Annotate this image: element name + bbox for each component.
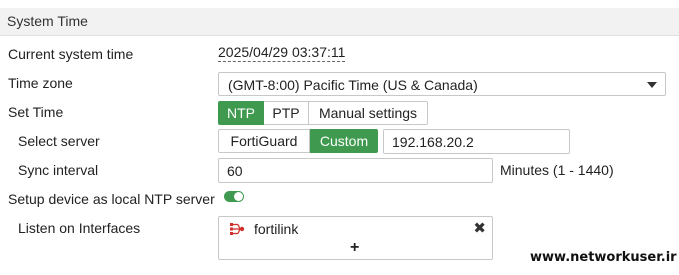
local-ntp-label: Setup device as local NTP server <box>8 191 215 207</box>
interface-name: fortilink <box>254 221 299 237</box>
current-time-label: Current system time <box>8 46 134 62</box>
add-interface-button[interactable]: + <box>350 239 359 257</box>
listen-interfaces-label: Listen on Interfaces <box>18 220 141 236</box>
sync-interval-label: Sync interval <box>18 162 99 178</box>
sync-interval-hint: Minutes (1 - 1440) <box>500 162 614 178</box>
watermark: www.networkuser.ir <box>530 250 677 265</box>
server-fortiguard-button[interactable]: FortiGuard <box>218 129 310 153</box>
chevron-down-icon <box>647 82 657 88</box>
set-time-ntp-button[interactable]: NTP <box>218 101 264 125</box>
set-time-manual-button[interactable]: Manual settings <box>309 101 428 125</box>
server-address-input[interactable]: 192.168.20.2 <box>383 129 570 154</box>
section-title: System Time <box>7 13 88 29</box>
current-time-value[interactable]: 2025/04/29 03:37:11 <box>218 44 346 62</box>
listen-interfaces-box[interactable]: fortilink ✖ + <box>218 216 493 260</box>
set-time-label: Set Time <box>8 104 64 120</box>
set-time-ptp-button[interactable]: PTP <box>264 101 309 125</box>
local-ntp-toggle[interactable] <box>224 191 244 202</box>
timezone-label: Time zone <box>8 75 73 91</box>
timezone-select[interactable]: (GMT-8:00) Pacific Time (US & Canada) <box>218 72 666 96</box>
timezone-selected-value: (GMT-8:00) Pacific Time (US & Canada) <box>228 77 478 93</box>
server-custom-button[interactable]: Custom <box>310 129 378 153</box>
remove-icon[interactable]: ✖ <box>473 219 486 237</box>
select-server-label: Select server <box>18 133 100 149</box>
toggle-knob <box>234 192 243 201</box>
sync-interval-input[interactable]: 60 <box>218 158 493 183</box>
section-header: System Time <box>0 8 679 36</box>
fortilink-icon <box>230 223 245 235</box>
